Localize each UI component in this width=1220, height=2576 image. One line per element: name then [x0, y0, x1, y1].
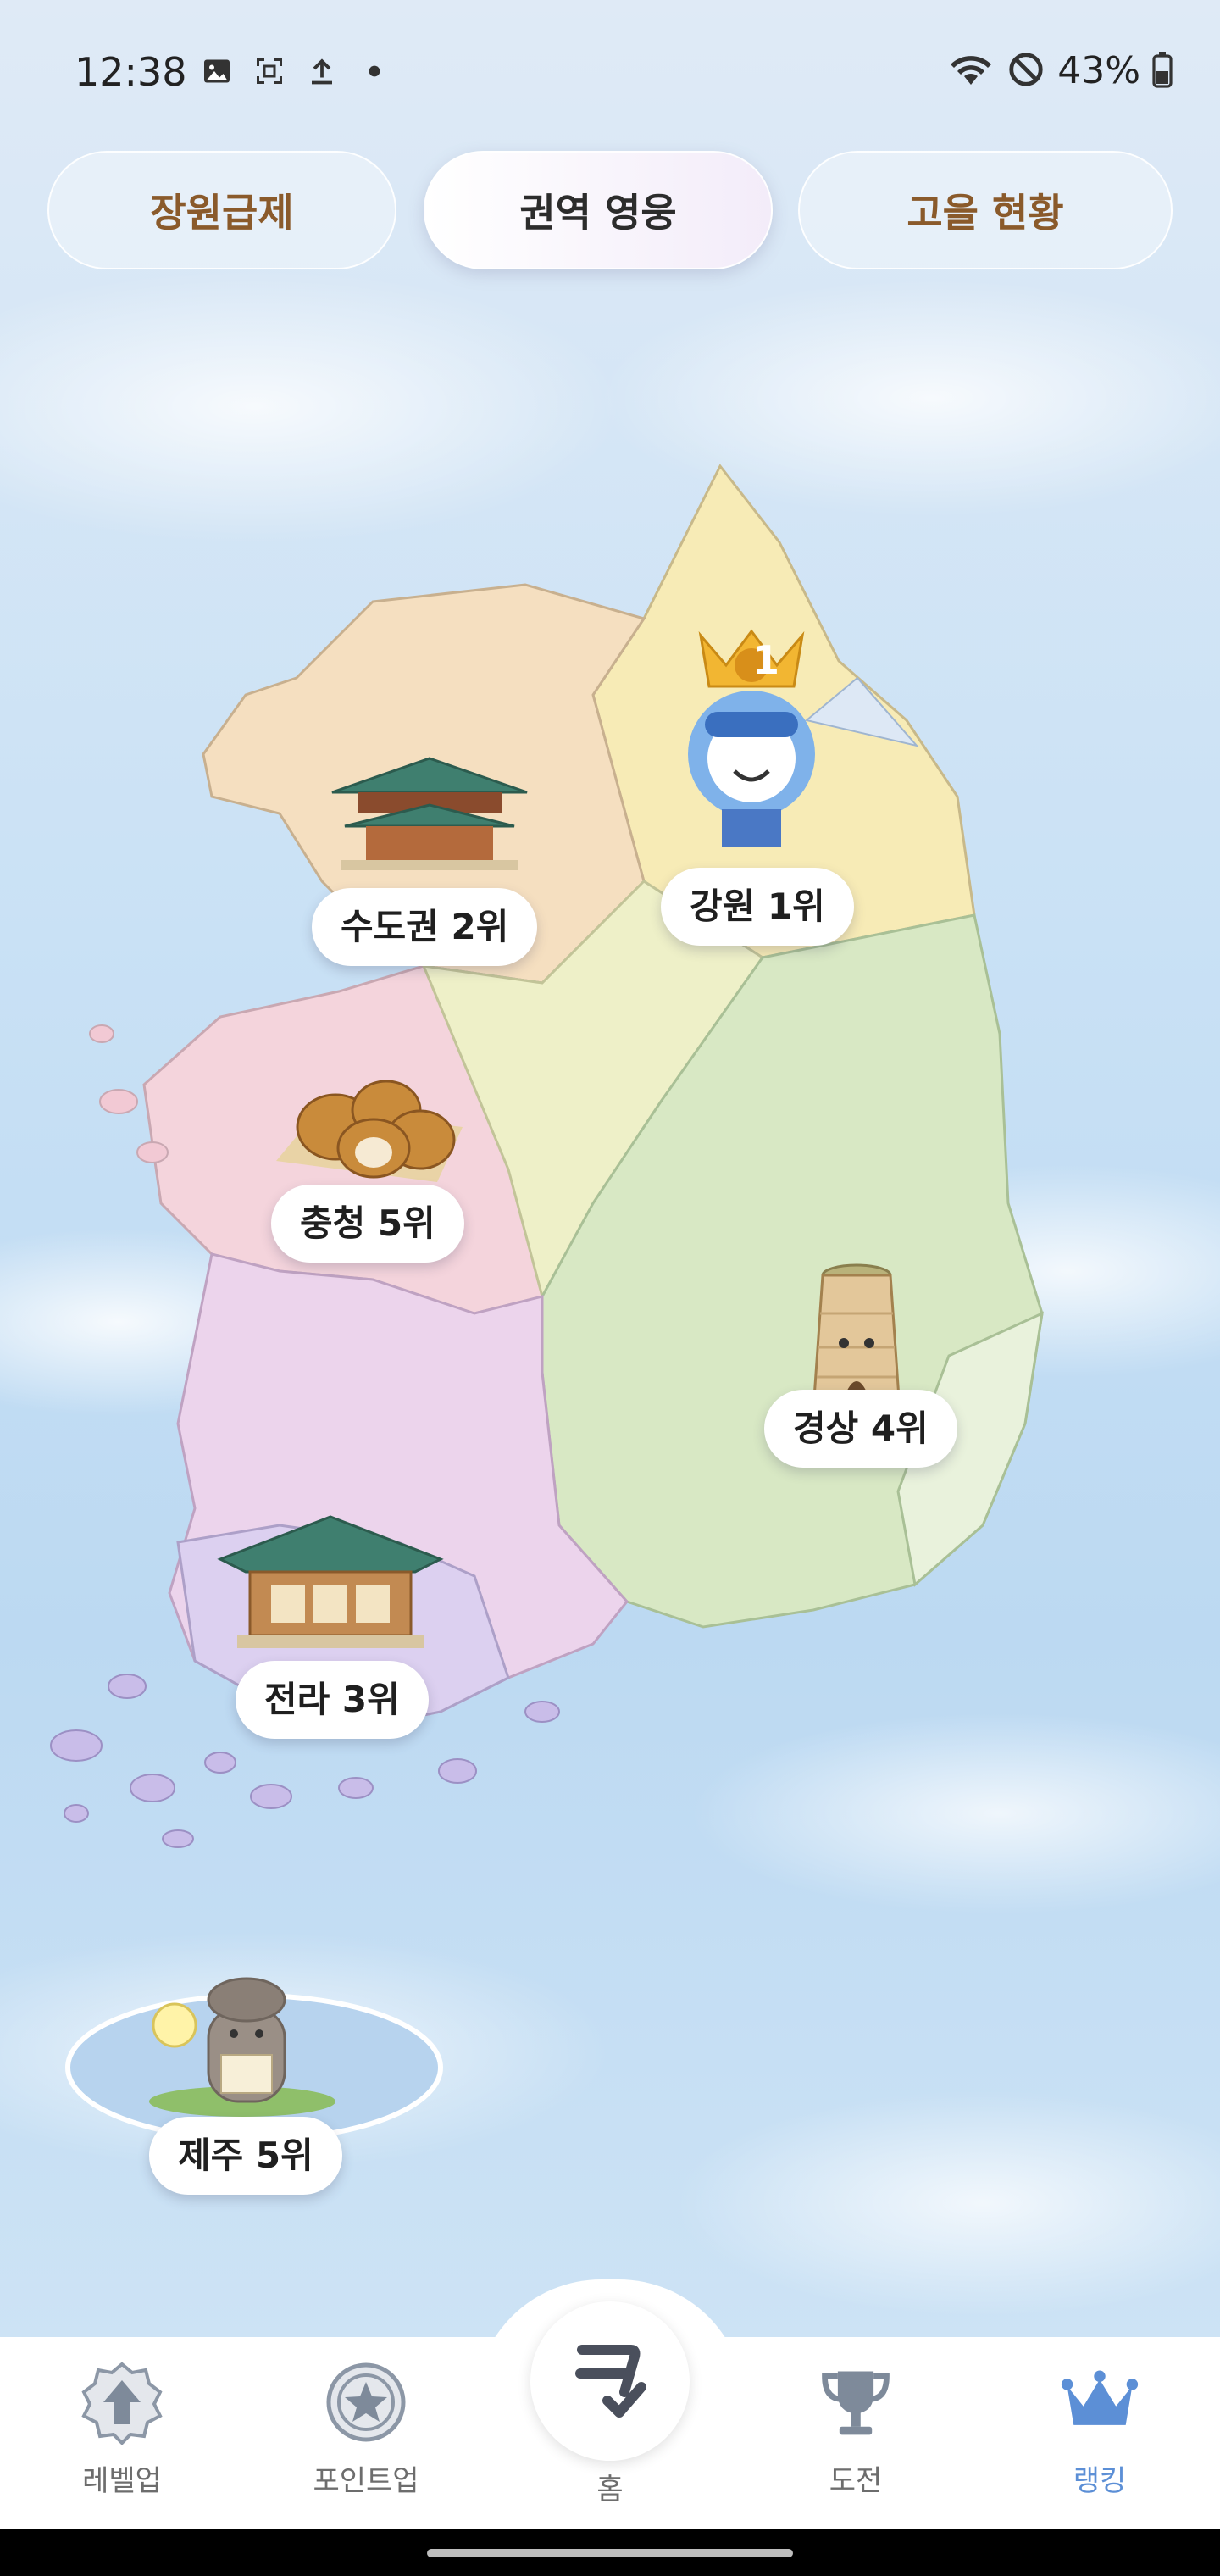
nav-label-point-up: 포인트업	[313, 2464, 419, 2498]
upload-icon	[305, 54, 339, 88]
palace-icon	[331, 757, 528, 870]
dot-icon	[358, 54, 391, 88]
screenshot-icon	[252, 54, 286, 88]
wifi-icon	[947, 51, 995, 92]
home-logo-icon	[563, 2333, 657, 2429]
tab-label: 장원급제	[150, 190, 294, 236]
tab-town-status[interactable]: 고을 현황	[798, 151, 1173, 269]
tab-label: 권역 영웅	[519, 190, 677, 236]
star-badge-icon	[319, 2356, 413, 2449]
region-label-gyeongsang[interactable]: 경상 4위	[764, 1390, 957, 1468]
trophy-icon	[809, 2356, 902, 2449]
level-up-icon	[75, 2356, 169, 2449]
nav-point-up[interactable]: 포인트업	[273, 2356, 459, 2508]
hanok-icon	[217, 1515, 444, 1648]
nav-label-challenge: 도전	[829, 2464, 883, 2498]
ranking-tabs: 장원급제 권역 영웅 고을 현황	[47, 151, 1173, 275]
do-not-disturb-icon	[1006, 50, 1045, 92]
stone-grandpa-icon	[149, 1977, 336, 2117]
crown-icon	[1053, 2356, 1146, 2449]
region-label-sudogwon[interactable]: 수도권 2위	[312, 888, 538, 966]
tab-jangwon[interactable]: 장원급제	[47, 151, 396, 269]
snow-hero-icon	[688, 629, 919, 847]
nav-label-home: 홈	[596, 2473, 624, 2507]
battery-percent: 43%	[1057, 49, 1140, 92]
region-label-jeju[interactable]: 제주 5위	[149, 2117, 342, 2195]
tab-label: 고을 현황	[907, 190, 1064, 236]
home-gesture-handle[interactable]	[427, 2549, 793, 2557]
rank-one-badge: 1	[752, 637, 780, 683]
nav-challenge[interactable]: 도전	[762, 2356, 949, 2508]
nav-level-up[interactable]: 레벨업	[29, 2356, 215, 2508]
nav-label-level-up: 레벨업	[82, 2464, 162, 2498]
tab-regional-hero[interactable]: 권역 영웅	[424, 151, 773, 269]
region-label-gangwon[interactable]: 강원 1위	[661, 868, 854, 946]
nav-ranking[interactable]: 랭킹	[1006, 2356, 1193, 2508]
battery-icon	[1152, 51, 1173, 92]
status-bar: 12:38 43%	[0, 0, 1220, 127]
tower-icon	[812, 1263, 901, 1400]
walnut-cookie-icon	[276, 1080, 463, 1182]
nav-home-button[interactable]	[530, 2301, 690, 2461]
nav-label-ranking: 랭킹	[1073, 2464, 1127, 2498]
region-label-jeolla[interactable]: 전라 3위	[236, 1661, 429, 1739]
status-time: 12:38	[75, 49, 187, 95]
image-icon	[200, 54, 234, 88]
region-label-chungcheong[interactable]: 충청 5위	[271, 1185, 464, 1263]
korea-region-map	[0, 441, 1220, 2220]
